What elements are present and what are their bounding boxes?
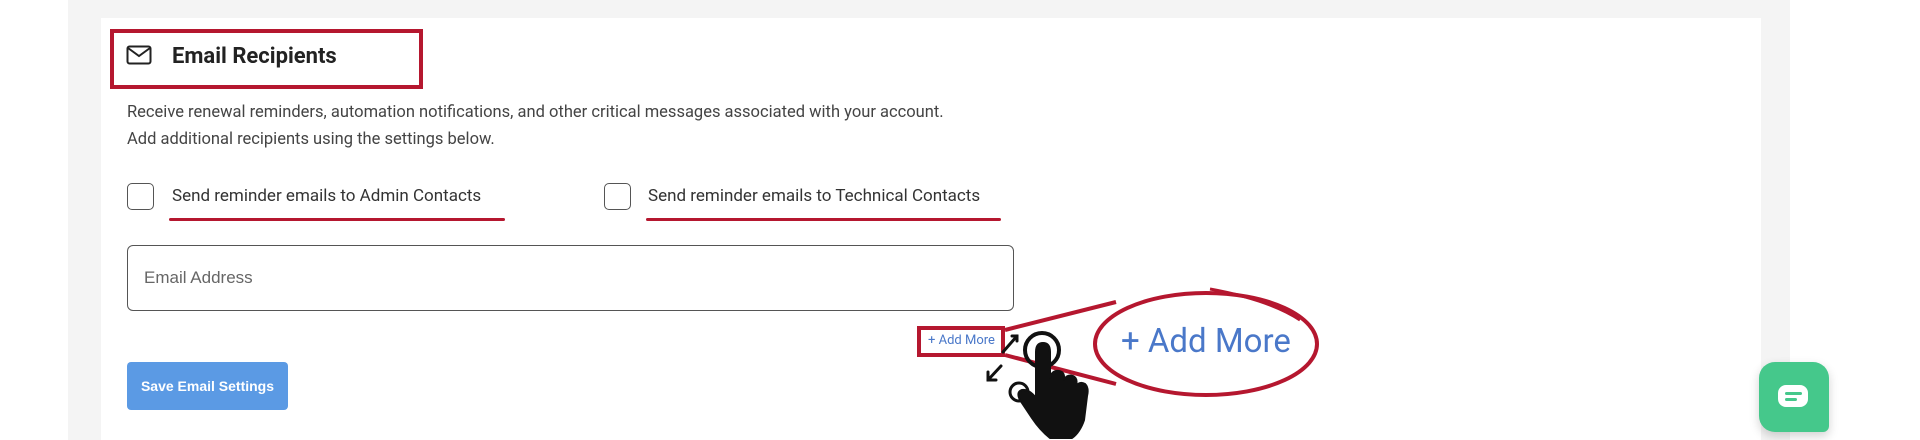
zoom-callout-overlay <box>986 287 1319 439</box>
chat-widget-button[interactable] <box>1759 362 1829 432</box>
hand-pointer-icon <box>1008 331 1089 439</box>
chat-bubble-icon <box>1778 385 1808 407</box>
add-more-zoom-label: + Add More <box>1121 322 1291 361</box>
